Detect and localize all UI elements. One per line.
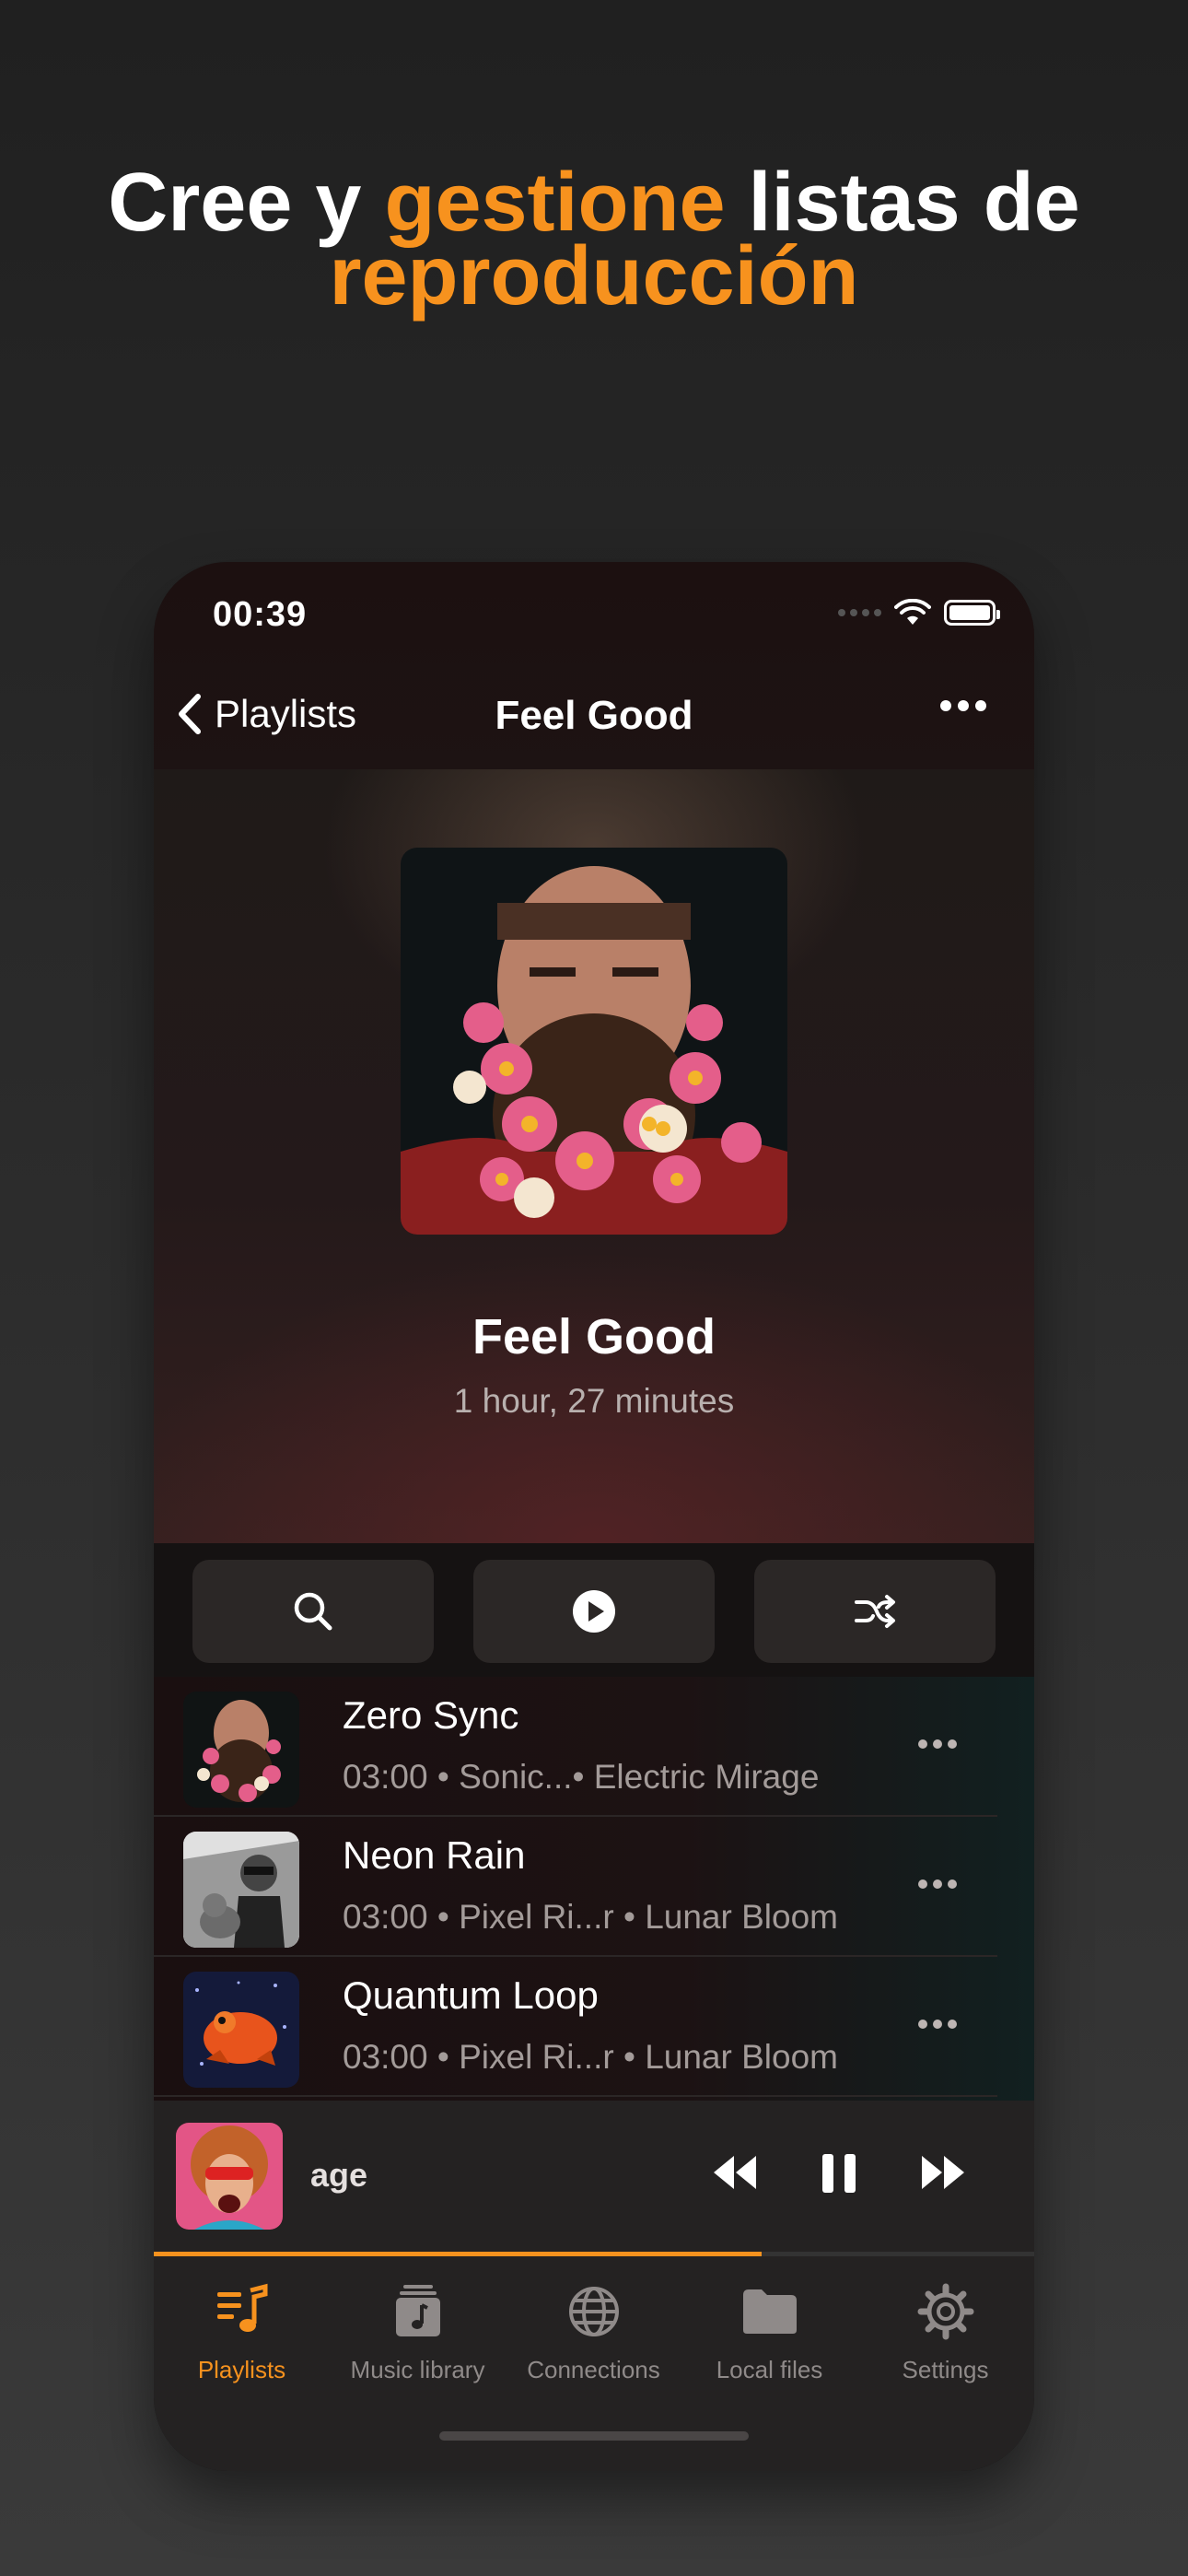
track-meta: 03:00 • Pixel Ri...r • Lunar Bloom — [343, 1898, 838, 1936]
track-meta: 03:00 • Sonic...• Electric Mirage — [343, 1758, 820, 1796]
playlist-music-icon — [154, 2275, 330, 2348]
track-title: Neon Rain — [343, 1833, 526, 1877]
play-button[interactable] — [473, 1560, 715, 1663]
track-title: Quantum Loop — [343, 1973, 599, 2017]
now-playing-title: age — [310, 2156, 368, 2194]
cellular-signal-icon — [838, 609, 881, 616]
tab-label: Local files — [716, 2356, 823, 2383]
pause-icon — [822, 2154, 856, 2193]
more-horizontal-icon[interactable] — [940, 700, 986, 711]
search-icon — [294, 1592, 332, 1631]
playlist-cover-art — [401, 848, 787, 1235]
phone-frame: 00:39 Playlists Feel Good Feel Good 1 ho… — [154, 562, 1034, 2471]
more-horizontal-icon[interactable] — [918, 1739, 957, 1749]
globe-icon — [506, 2275, 681, 2348]
track-artwork — [183, 1832, 299, 1948]
tab-playlists[interactable]: Playlists — [154, 2275, 330, 2384]
status-time: 00:39 — [213, 595, 308, 634]
mini-player[interactable]: age — [154, 2101, 1034, 2252]
marketing-headline: Cree y gestione listas de reproducción — [0, 161, 1188, 322]
shuffle-button[interactable] — [754, 1560, 996, 1663]
track-row[interactable]: Zero Sync 03:00 • Sonic...• Electric Mir… — [154, 1677, 1034, 1817]
tab-connections[interactable]: Connections — [506, 2275, 681, 2384]
tab-label: Music library — [350, 2356, 485, 2383]
tab-music-library[interactable]: Music library — [330, 2275, 506, 2384]
more-horizontal-icon[interactable] — [918, 1879, 957, 1889]
playlist-actions — [154, 1543, 1034, 1677]
rewind-icon — [714, 2156, 756, 2189]
fast-forward-button[interactable] — [914, 2143, 973, 2207]
tab-local-files[interactable]: Local files — [681, 2275, 857, 2384]
track-row[interactable]: Neon Rain 03:00 • Pixel Ri...r • Lunar B… — [154, 1817, 1034, 1957]
gear-icon — [857, 2275, 1033, 2348]
home-indicator — [439, 2431, 749, 2441]
rewind-button[interactable] — [705, 2143, 763, 2207]
headline-accent-2: reproducción — [329, 230, 859, 322]
shuffle-icon — [855, 1595, 895, 1628]
fast-forward-icon — [922, 2156, 964, 2189]
status-icons — [838, 599, 1000, 626]
play-circle-icon — [573, 1590, 615, 1633]
playlist-duration: 1 hour, 27 minutes — [453, 1382, 735, 1420]
tab-label: Playlists — [197, 2356, 286, 2383]
tab-bar: Playlists Music library Connections Loca… — [154, 2256, 1034, 2471]
search-button[interactable] — [192, 1560, 434, 1663]
now-playing-artwork — [176, 2123, 283, 2230]
track-artwork — [183, 1972, 299, 2088]
track-row[interactable]: Quantum Loop 03:00 • Pixel Ri...r • Luna… — [154, 1957, 1034, 2097]
tab-label: Settings — [902, 2356, 989, 2383]
track-list: Zero Sync 03:00 • Sonic...• Electric Mir… — [154, 1677, 1034, 2101]
pause-button[interactable] — [809, 2143, 868, 2207]
track-title: Zero Sync — [343, 1693, 519, 1737]
tab-label: Connections — [527, 2356, 660, 2383]
playlist-header: Feel Good 1 hour, 27 minutes — [154, 769, 1034, 1543]
folder-icon — [681, 2275, 857, 2348]
music-library-icon — [330, 2275, 506, 2348]
top-bar: 00:39 Playlists Feel Good — [154, 562, 1034, 769]
playlist-title: Feel Good — [472, 1309, 716, 1364]
track-meta: 03:00 • Pixel Ri...r • Lunar Bloom — [343, 2038, 838, 2076]
battery-icon — [944, 600, 1000, 626]
nav-title: Feel Good — [495, 693, 693, 738]
track-artwork — [183, 1692, 299, 1808]
tab-settings[interactable]: Settings — [857, 2275, 1033, 2384]
headline-line-1: Cree y gestione listas de — [0, 161, 1188, 244]
more-horizontal-icon[interactable] — [918, 2020, 957, 2029]
wifi-icon — [894, 599, 931, 625]
